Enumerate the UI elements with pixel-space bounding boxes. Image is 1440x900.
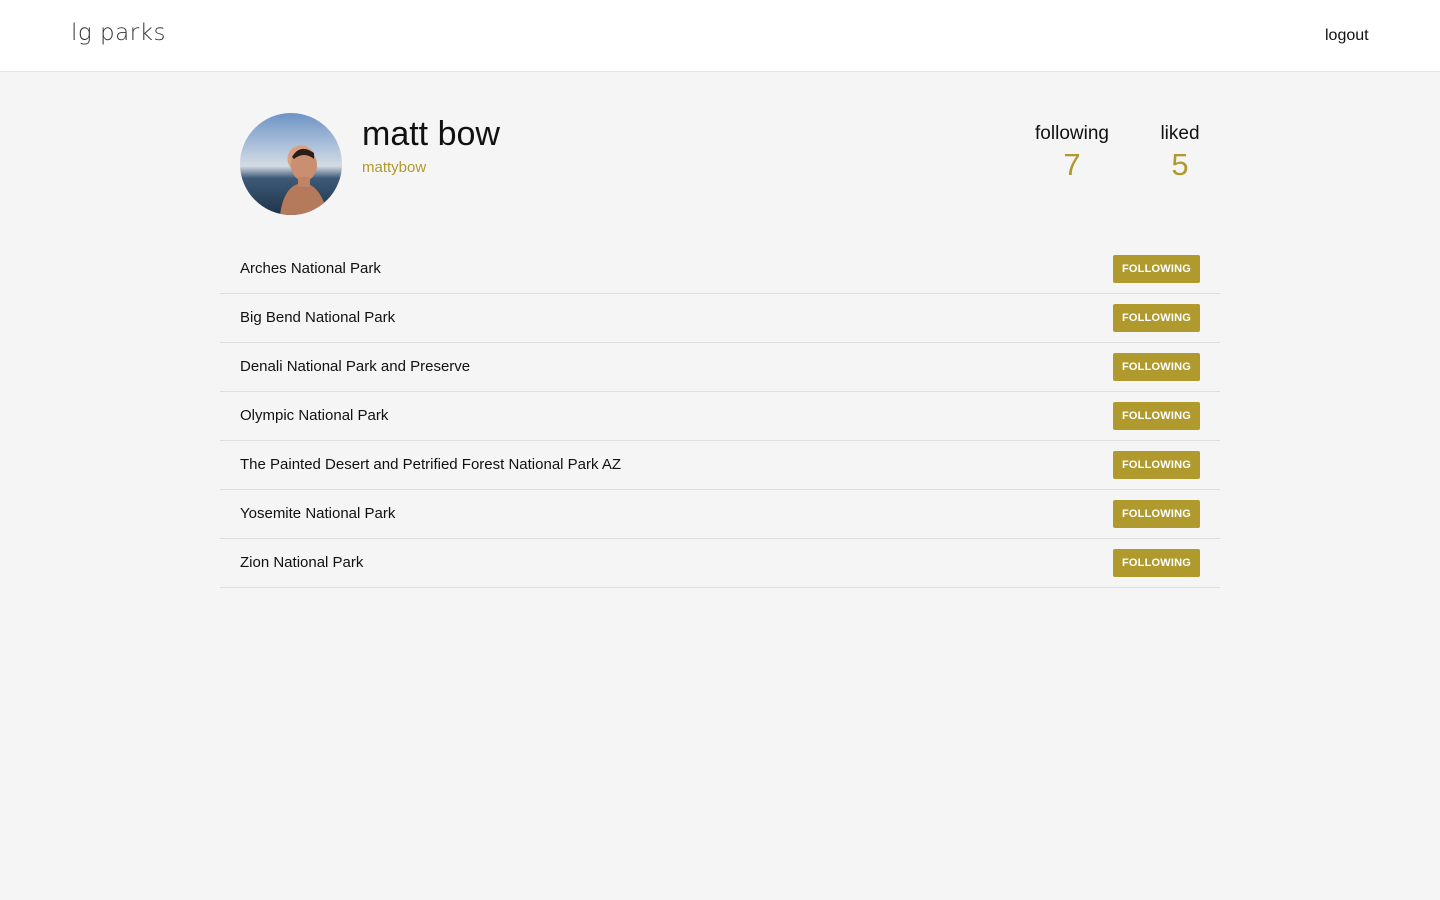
list-item: Big Bend National Park FOLLOWING xyxy=(220,294,1220,343)
park-name[interactable]: Big Bend National Park xyxy=(240,309,395,326)
profile-header: matt bow mattybow following 7 liked 5 xyxy=(240,113,1200,223)
list-item: Yosemite National Park FOLLOWING xyxy=(220,490,1220,539)
followed-parks-list: Arches National Park FOLLOWING Big Bend … xyxy=(220,245,1220,588)
following-button[interactable]: FOLLOWING xyxy=(1113,353,1200,381)
liked-count: 5 xyxy=(1171,147,1189,182)
following-button[interactable]: FOLLOWING xyxy=(1113,500,1200,528)
following-label: following xyxy=(1035,123,1109,144)
logout-link[interactable]: logout xyxy=(1325,27,1369,45)
park-name[interactable]: Arches National Park xyxy=(240,260,381,277)
park-name[interactable]: Yosemite National Park xyxy=(240,505,395,522)
avatar xyxy=(240,113,342,215)
park-name[interactable]: The Painted Desert and Petrified Forest … xyxy=(240,456,621,473)
top-nav: lg parks logout xyxy=(0,0,1440,72)
logo[interactable]: lg parks xyxy=(71,20,166,46)
following-button[interactable]: FOLLOWING xyxy=(1113,549,1200,577)
list-item: Olympic National Park FOLLOWING xyxy=(220,392,1220,441)
liked-stat[interactable]: liked 5 xyxy=(1156,123,1204,183)
following-count: 7 xyxy=(1063,147,1081,182)
list-item: Denali National Park and Preserve FOLLOW… xyxy=(220,343,1220,392)
liked-label: liked xyxy=(1160,123,1200,144)
park-name[interactable]: Olympic National Park xyxy=(240,407,388,424)
park-name[interactable]: Denali National Park and Preserve xyxy=(240,358,470,375)
list-item: The Painted Desert and Petrified Forest … xyxy=(220,441,1220,490)
list-item: Arches National Park FOLLOWING xyxy=(220,245,1220,294)
following-button[interactable]: FOLLOWING xyxy=(1113,255,1200,283)
following-button[interactable]: FOLLOWING xyxy=(1113,304,1200,332)
profile-username: mattybow xyxy=(362,159,427,176)
list-item: Zion National Park FOLLOWING xyxy=(220,539,1220,588)
following-button[interactable]: FOLLOWING xyxy=(1113,402,1200,430)
following-button[interactable]: FOLLOWING xyxy=(1113,451,1200,479)
profile-name: matt bow xyxy=(362,115,500,153)
park-name[interactable]: Zion National Park xyxy=(240,554,363,571)
following-stat[interactable]: following 7 xyxy=(1032,123,1112,183)
